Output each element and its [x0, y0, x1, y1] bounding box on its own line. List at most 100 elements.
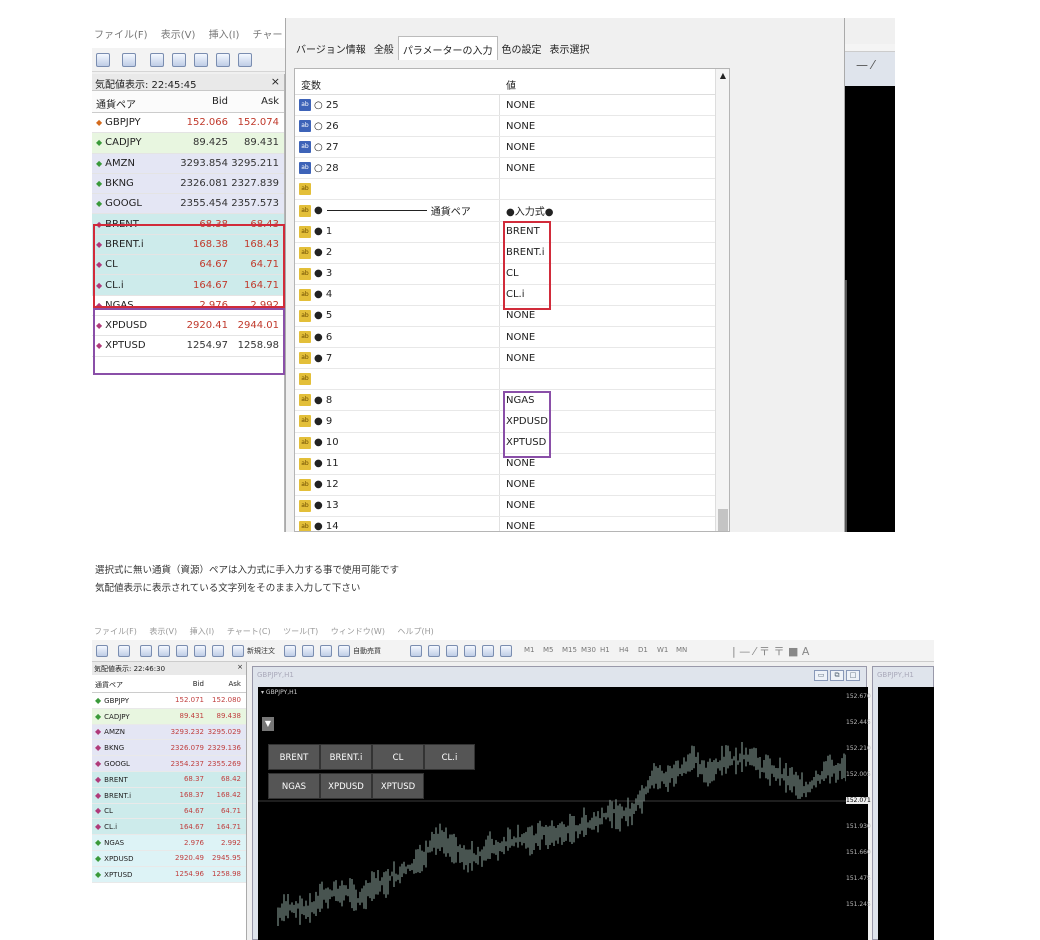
new-order-icon[interactable] — [232, 645, 244, 657]
symbol-button-ngas[interactable]: NGAS — [268, 773, 320, 799]
indicators-icon[interactable] — [500, 645, 512, 657]
market-watch-row[interactable]: ◆ GOOGL 2355.454 2357.573 — [92, 194, 284, 215]
scroll-up-icon[interactable]: ▲ — [716, 71, 729, 80]
tab-general[interactable]: 全般 — [370, 36, 398, 60]
value-cell[interactable]: NONE — [500, 458, 535, 469]
maximize-icon[interactable]: □ — [846, 670, 860, 681]
value-cell[interactable]: NONE — [500, 479, 535, 490]
market-icon[interactable] — [320, 645, 332, 657]
header-bid[interactable]: Bid — [172, 91, 228, 112]
parameter-row[interactable]: ab — [295, 179, 729, 201]
drawing-tools-icon[interactable]: | — ⁄ 〒 〒 ■ A — [732, 643, 809, 659]
parameter-row[interactable]: ab ○ 25 NONE — [295, 95, 729, 117]
market-watch-row[interactable]: ◆ GBPJPY 152.066 152.074 — [92, 113, 284, 134]
menu-insert[interactable]: 挿入(I) — [209, 30, 240, 41]
signals-icon[interactable] — [302, 645, 314, 657]
timeframe-h1[interactable]: H1 — [600, 646, 610, 654]
parameter-row[interactable]: ab ● 13 NONE — [295, 495, 729, 517]
tile-icon[interactable] — [446, 645, 458, 657]
chart-area[interactable] — [840, 86, 895, 532]
parameter-row[interactable]: ab ● 6 NONE — [295, 327, 729, 349]
parameter-row[interactable]: ab ○ 27 NONE — [295, 137, 729, 159]
parameter-row[interactable]: ab ● 14 NONE — [295, 516, 729, 531]
market-watch-icon[interactable] — [140, 645, 152, 657]
market-watch-row[interactable]: ◆ CADJPY 89.431 89.438 — [92, 708, 246, 725]
menu-view[interactable]: 表示(V) — [149, 627, 177, 636]
scroll-thumb[interactable] — [718, 509, 728, 531]
menu-tools[interactable]: ツール(T) — [283, 627, 318, 636]
header-ask[interactable]: Ask — [204, 675, 244, 692]
close-icon[interactable]: × — [271, 75, 280, 88]
market-watch-row[interactable]: ◆ GOOGL 2354.237 2355.269 — [92, 756, 246, 772]
tester-icon[interactable] — [238, 53, 252, 67]
menu-view[interactable]: 表示(V) — [161, 30, 196, 41]
market-watch-row[interactable]: ◆ CL 64.67 64.71 — [92, 803, 246, 820]
second-price-chart[interactable] — [878, 687, 934, 940]
menu-chart[interactable]: チャート(C) — [227, 627, 271, 636]
new-order-label[interactable]: 新規注文 — [247, 646, 275, 656]
timeframe-d1[interactable]: D1 — [638, 646, 648, 654]
symbol-button-brent[interactable]: BRENT — [268, 744, 320, 770]
header-symbol[interactable]: 通貨ペア — [92, 91, 172, 112]
zoom-out-icon[interactable] — [428, 645, 440, 657]
menu-window[interactable]: ウィンドウ(W) — [331, 627, 385, 636]
data-window-icon[interactable] — [176, 645, 188, 657]
symbol-panel-dropdown[interactable]: ▼ — [262, 717, 274, 731]
profiles-icon[interactable] — [122, 53, 136, 67]
tab-version-info[interactable]: バージョン情報 — [292, 36, 370, 60]
timeframe-m5[interactable]: M5 — [543, 646, 554, 654]
market-watch-row[interactable]: ◆ XPTUSD 1254.96 1258.98 — [92, 866, 246, 883]
timeframe-m30[interactable]: M30 — [581, 646, 596, 654]
menu-file[interactable]: ファイル(F) — [94, 30, 148, 41]
autoscroll-icon[interactable] — [464, 645, 476, 657]
symbol-button-cl[interactable]: CL — [372, 744, 424, 770]
value-cell[interactable]: NONE — [500, 521, 535, 531]
zoom-in-icon[interactable] — [410, 645, 422, 657]
menu-file[interactable]: ファイル(F) — [94, 627, 137, 636]
tab-parameters[interactable]: パラメーターの入力 — [397, 36, 498, 60]
terminal-icon[interactable] — [216, 53, 230, 67]
menu-insert[interactable]: 挿入(I) — [190, 627, 215, 636]
value-cell[interactable]: NONE — [500, 310, 535, 321]
header-ask[interactable]: Ask — [228, 91, 282, 112]
market-watch-row[interactable]: ◆ AMZN 3293.854 3295.211 — [92, 153, 284, 174]
navigator-icon[interactable] — [158, 645, 170, 657]
timeframe-w1[interactable]: W1 — [657, 646, 668, 654]
new-chart-icon[interactable] — [96, 53, 110, 67]
header-symbol[interactable]: 通貨ペア — [92, 675, 158, 692]
parameter-row[interactable]: ab ○ 28 NONE — [295, 158, 729, 180]
tab-visualization[interactable]: 表示選択 — [546, 36, 594, 60]
price-chart[interactable]: ▾ GBPJPY,H1 ▼ BRENT BRENT.i CL CL.i NGAS… — [258, 687, 848, 940]
parameter-row[interactable]: ab — [295, 369, 729, 391]
header-bid[interactable]: Bid — [158, 675, 204, 692]
timeframe-mn[interactable]: MN — [676, 646, 687, 654]
data-window-icon[interactable] — [194, 53, 208, 67]
value-cell[interactable]: NONE — [500, 332, 535, 343]
value-cell[interactable]: NONE — [500, 500, 535, 511]
auto-trade-icon[interactable] — [338, 645, 350, 657]
symbol-button-cl-i[interactable]: CL.i — [424, 744, 475, 770]
parameter-row[interactable]: ab ● 12 NONE — [295, 474, 729, 496]
minimize-icon[interactable]: ▭ — [814, 670, 828, 681]
symbol-button-brent-i[interactable]: BRENT.i — [320, 744, 372, 770]
timeframe-m1[interactable]: M1 — [524, 646, 535, 654]
market-watch-row[interactable]: ◆ BRENT.i 168.37 168.42 — [92, 787, 246, 804]
market-watch-row[interactable]: ◆ NGAS 2.976 2.992 — [92, 835, 246, 851]
navigator-icon[interactable] — [172, 53, 186, 67]
menu-help[interactable]: ヘルプ(H) — [398, 627, 434, 636]
market-watch-icon[interactable] — [150, 53, 164, 67]
value-cell[interactable]: ●入力式● — [500, 203, 553, 218]
value-cell[interactable]: NONE — [500, 100, 535, 111]
chart-shift-icon[interactable] — [482, 645, 494, 657]
market-watch-row[interactable]: ◆ BKNG 2326.081 2327.839 — [92, 173, 284, 195]
expert-icon[interactable] — [284, 645, 296, 657]
symbol-button-xptusd[interactable]: XPTUSD — [372, 773, 424, 799]
value-cell[interactable]: NONE — [500, 353, 535, 364]
auto-trade-label[interactable]: 自動売買 — [353, 646, 381, 656]
market-watch-row[interactable]: ◆ BRENT 68.37 68.42 — [92, 771, 246, 788]
terminal-icon[interactable] — [194, 645, 206, 657]
market-watch-row[interactable]: ◆ CL.i 164.67 164.71 — [92, 819, 246, 836]
value-cell[interactable]: NONE — [500, 142, 535, 153]
tester-icon[interactable] — [212, 645, 224, 657]
market-watch-row[interactable]: ◆ XPDUSD 2920.49 2945.95 — [92, 850, 246, 867]
